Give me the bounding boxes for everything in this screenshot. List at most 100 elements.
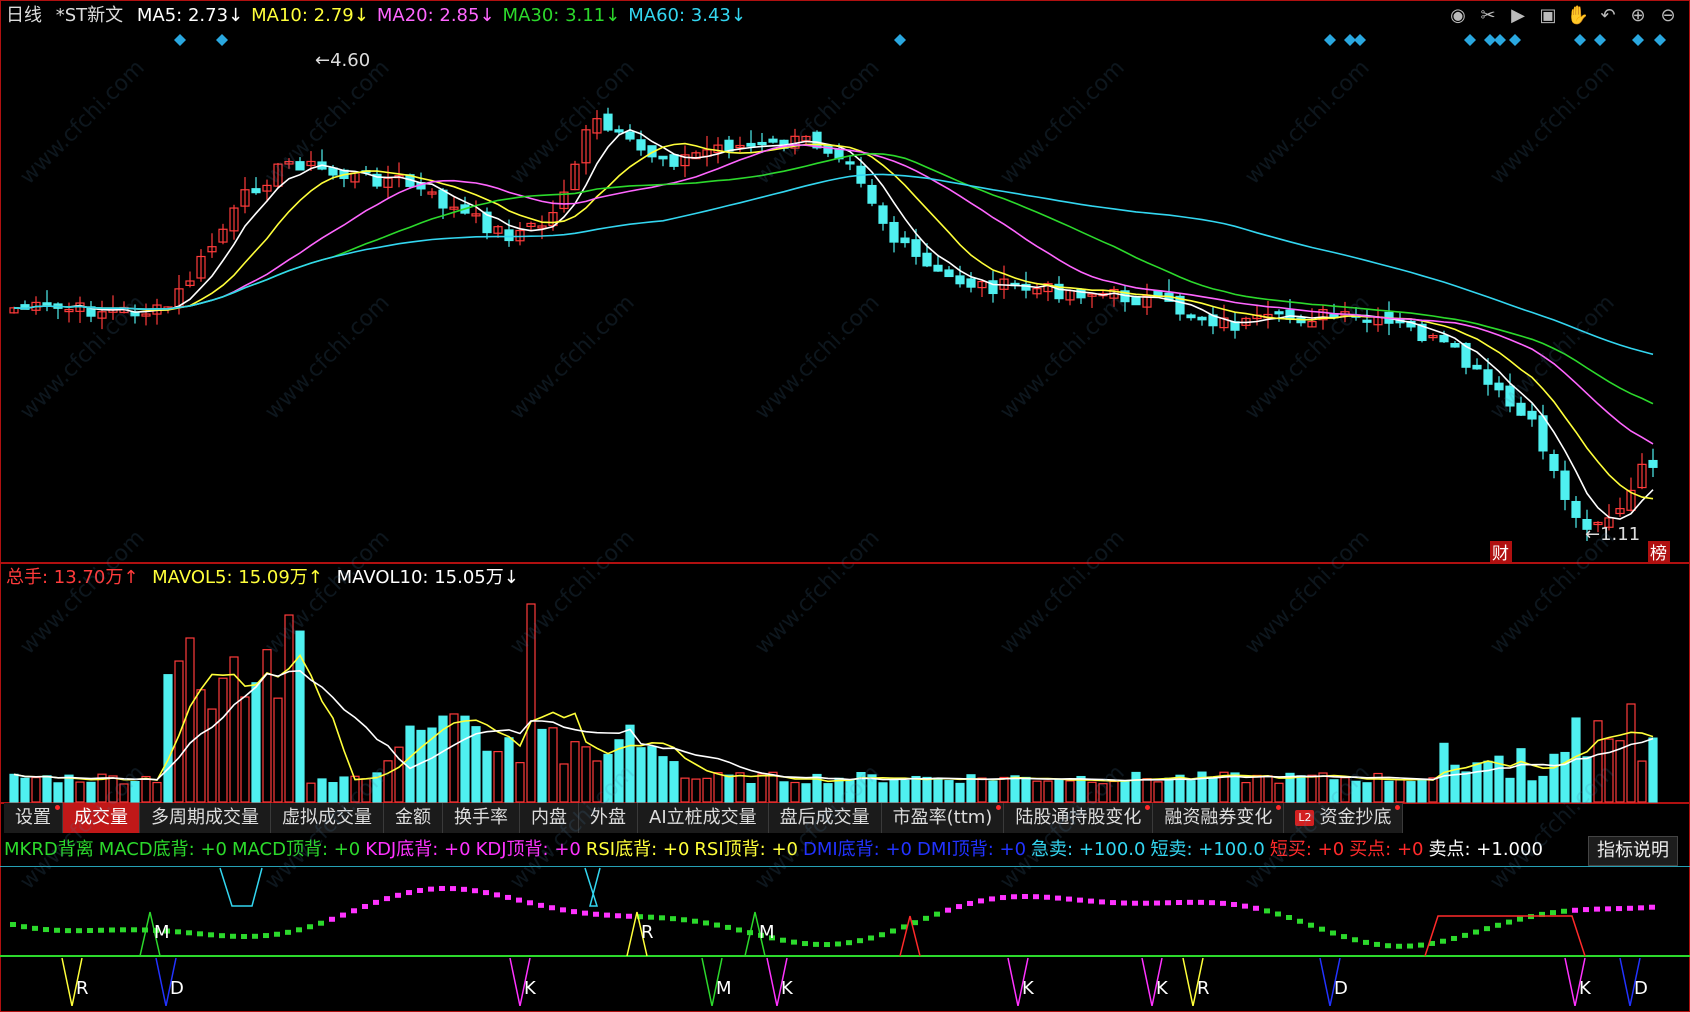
oscillator-dot — [1176, 900, 1182, 906]
volume-bar — [1098, 783, 1108, 803]
tab-3[interactable]: 虚拟成交量 — [271, 803, 384, 833]
oscillator-dot — [340, 912, 346, 918]
candle-body — [1285, 309, 1295, 320]
oscillator-dot — [1352, 937, 1358, 943]
volume-bar — [801, 783, 811, 803]
candle-body — [889, 221, 899, 243]
volume-bar — [790, 781, 800, 803]
tab-9[interactable]: 盘后成交量 — [768, 803, 882, 833]
tab-4[interactable]: 金额 — [384, 803, 443, 833]
tab-label: 金额 — [395, 807, 431, 828]
tab-label: 市盈率(ttm) — [892, 807, 993, 828]
candle-body — [1549, 454, 1559, 471]
volume-bar — [570, 741, 580, 803]
oscillator-dot — [1198, 899, 1204, 905]
event-diamond-icon — [1324, 34, 1336, 46]
volume-bar — [779, 781, 789, 803]
tab-7[interactable]: 外盘 — [579, 803, 638, 833]
oscillator-dot — [571, 909, 577, 915]
oscillator-dot — [274, 931, 280, 937]
indicator-legend-item: RSI底背: +0 — [585, 839, 690, 860]
event-diamond-icon — [1509, 34, 1521, 46]
tab-10[interactable]: 市盈率(ttm) — [881, 803, 1005, 833]
signal-label-r: R — [641, 922, 654, 943]
mavol10-label: MAVOL10: 15.05万↓ — [336, 567, 519, 588]
tab-8[interactable]: AI立桩成交量 — [638, 803, 769, 833]
event-diamond-icon — [1574, 34, 1586, 46]
volume-bar — [130, 780, 140, 803]
volume-bar — [735, 772, 745, 803]
volume-chart[interactable] — [0, 590, 1690, 805]
volume-header: 总手: 13.70万↑ MAVOL5: 15.09万↑ MAVOL10: 15.… — [6, 566, 527, 590]
volume-bar — [471, 726, 481, 803]
oscillator-dot — [428, 886, 434, 892]
volume-bar — [1648, 737, 1658, 803]
mkrd-indicator-chart[interactable]: R M D K R M M K K K R D K D — [0, 866, 1690, 1006]
event-diamond-icon — [1494, 34, 1506, 46]
candle-body — [867, 184, 877, 204]
tab-2[interactable]: 多周期成交量 — [140, 803, 271, 833]
oscillator-dot — [219, 933, 225, 939]
volume-bar — [20, 777, 30, 803]
oscillator-dot — [318, 920, 324, 926]
oscillator-dot — [439, 885, 445, 891]
tab-12[interactable]: 融资融券变化 — [1153, 803, 1285, 833]
candle-body — [768, 138, 778, 143]
volume-bar — [1549, 753, 1559, 803]
oscillator-dot — [505, 894, 511, 900]
indicator-explain-button[interactable]: 指标说明 — [1588, 836, 1678, 866]
oscillator-dot — [373, 899, 379, 905]
oscillator-dot — [1561, 908, 1567, 914]
volume-bar — [141, 775, 151, 803]
oscillator-dot — [285, 929, 291, 935]
volume-bar — [504, 737, 514, 803]
tab-1[interactable]: 成交量 — [63, 803, 140, 833]
volume-bar — [636, 747, 646, 803]
oscillator-dot — [483, 890, 489, 896]
volume-bar — [746, 782, 756, 803]
volume-bar — [152, 781, 162, 803]
new-dot-icon — [1145, 805, 1151, 810]
candle-body — [1571, 500, 1581, 518]
new-dot-icon — [1276, 805, 1282, 810]
tab-6[interactable]: 内盘 — [520, 803, 579, 833]
oscillator-dot — [109, 927, 115, 933]
volume-bar — [251, 682, 261, 803]
volume-bar — [625, 724, 635, 803]
volume-bar — [240, 696, 250, 803]
volume-bars — [9, 603, 1658, 803]
volume-bar — [9, 773, 19, 803]
indicator-legend-item: MACD顶背: +0 — [231, 839, 361, 860]
oscillator-dot — [1484, 926, 1490, 932]
tab-11[interactable]: 陆股通持股变化 — [1004, 803, 1154, 833]
signal-label-k: K — [1579, 978, 1592, 999]
oscillator-dot — [1110, 900, 1116, 906]
tab-5[interactable]: 换手率 — [443, 803, 520, 833]
volume-bar — [493, 750, 503, 803]
oscillator-dot — [32, 925, 38, 931]
indicator-legend-item: 急卖: +100.0 — [1031, 839, 1146, 860]
candlestick-chart[interactable]: ←4.60 ←1.11 财 榜 — [0, 0, 1690, 565]
volume-bar — [911, 775, 921, 803]
oscillator-dot — [516, 897, 522, 903]
volume-bar — [1153, 781, 1163, 803]
tab-0[interactable]: 设置 — [4, 803, 63, 833]
volume-bar — [647, 746, 657, 803]
candle-body — [1472, 364, 1482, 370]
volume-bar — [317, 778, 327, 803]
volume-bar — [1065, 780, 1075, 803]
indicator-legend-item: DMI底背: +0 — [802, 839, 913, 860]
oscillator-dot — [472, 888, 478, 894]
volume-bar — [1516, 748, 1526, 803]
new-dot-icon — [1395, 805, 1401, 810]
volume-bar — [31, 776, 41, 803]
volume-bar — [1329, 779, 1339, 803]
event-badge-label: 财 — [1492, 544, 1509, 564]
volume-bar — [702, 777, 712, 803]
volume-bar — [383, 760, 393, 803]
tab-13[interactable]: L2 资金抄底 — [1284, 803, 1404, 833]
oscillator-dot — [1385, 943, 1391, 949]
tab-label: 多周期成交量 — [151, 807, 259, 828]
volume-bar — [64, 774, 74, 803]
candle-body — [603, 113, 613, 131]
